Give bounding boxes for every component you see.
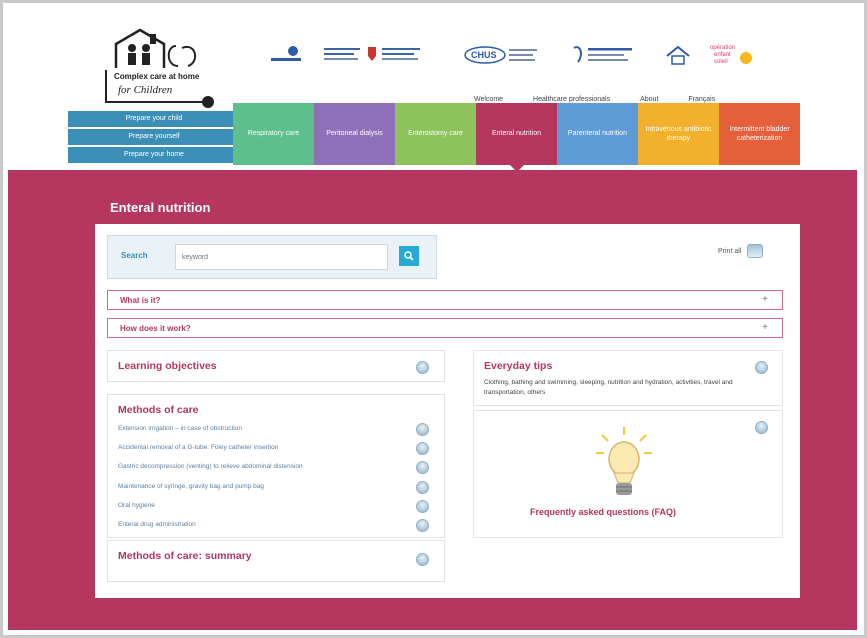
partner-logo-operation-enfant-soleil[interactable]: opération enfant soleil (708, 44, 758, 66)
plus-icon: + (762, 322, 768, 333)
tab-enteral-nutrition[interactable]: Enteral nutrition (476, 103, 557, 172)
print-icon[interactable] (416, 461, 429, 474)
methods-of-care-card: Methods of care Extension irrigation – i… (107, 394, 445, 538)
top-navigation: Welcome Healthcare professionals About F… (474, 96, 745, 103)
nav-language-toggle[interactable]: Français (688, 96, 715, 103)
tab-enterostomy-care[interactable]: Enterostomy care (395, 103, 476, 165)
method-link[interactable]: Maintenance of syringe, gravity bag and … (118, 483, 264, 490)
print-icon[interactable] (416, 481, 429, 494)
care-category-tabs: Respiratory care Peritoneal dialysis Ent… (233, 103, 800, 172)
print-icon[interactable] (416, 442, 429, 455)
method-link[interactable]: Enteral drug administration (118, 521, 196, 528)
menu-prepare-home[interactable]: Prepare your home (68, 147, 240, 163)
nav-healthcare-professionals[interactable]: Healthcare professionals (533, 96, 610, 103)
print-icon[interactable] (755, 361, 768, 374)
partner-house-logo-icon (666, 45, 690, 65)
ciusss-logo-icon (573, 46, 632, 63)
search-box: Search (107, 235, 437, 279)
partner-logo-house[interactable] (663, 44, 693, 66)
method-link[interactable]: Extension irrigation – in case of obstru… (118, 425, 242, 432)
chus-logo-icon: CHUS (464, 46, 537, 64)
learning-objectives-title: Learning objectives (118, 360, 217, 372)
partner-logo-chu-sainte-justine[interactable] (266, 44, 306, 66)
nav-welcome[interactable]: Welcome (474, 96, 503, 103)
search-button[interactable] (399, 246, 419, 266)
logo-line2: for Children (118, 84, 173, 96)
method-link[interactable]: Accidental removal of a G-tube: Foley ca… (118, 444, 278, 451)
everyday-tips-card[interactable]: Everyday tips Clothing, bathing and swim… (473, 350, 783, 406)
sainte-justine-logo-icon (271, 46, 301, 61)
montreal-childrens-logo-icon (324, 47, 420, 61)
print-icon[interactable] (416, 500, 429, 513)
print-all-label: Print all (718, 247, 742, 255)
svg-text:CHUS: CHUS (471, 50, 497, 60)
print-icon[interactable] (416, 553, 429, 566)
faq-title: Frequently asked questions (FAQ) (530, 507, 677, 517)
method-link[interactable]: Gastric decompression (venting) to relie… (118, 463, 303, 470)
search-input[interactable] (175, 244, 388, 270)
house-logo-icon (105, 28, 214, 108)
methods-summary-title: Methods of care: summary (118, 550, 252, 562)
print-all-button[interactable]: Print all (718, 244, 764, 258)
everyday-tips-description: Clothing, bathing and swimming, sleeping… (484, 379, 733, 396)
methods-summary-card[interactable]: Methods of care: summary (107, 540, 445, 582)
methods-of-care-title: Methods of care (118, 404, 199, 416)
site-logo[interactable]: Complex care at home for Children (96, 26, 226, 114)
partner-logo-ciusss[interactable] (570, 44, 640, 66)
svg-text:soleil: soleil (714, 59, 728, 65)
logo-line1: Complex care at home (114, 72, 200, 81)
tab-parenteral-nutrition[interactable]: Parenteral nutrition (557, 103, 638, 165)
page-title: Enteral nutrition (110, 200, 211, 215)
tab-peritoneal-dialysis[interactable]: Peritoneal dialysis (314, 103, 395, 165)
tab-respiratory-care[interactable]: Respiratory care (233, 103, 314, 165)
accordion-label: How does it work? (120, 324, 191, 333)
accordion-label: What is it? (120, 296, 161, 305)
everyday-tips-title: Everyday tips (484, 360, 553, 372)
search-icon (404, 251, 414, 261)
print-icon[interactable] (416, 519, 429, 532)
svg-text:opération: opération (710, 45, 735, 51)
lightbulb-icon (596, 427, 652, 495)
learning-objectives-card[interactable]: Learning objectives (107, 350, 445, 382)
accordion-what-is-it[interactable]: What is it? + (107, 290, 783, 310)
print-icon[interactable] (416, 423, 429, 436)
printer-icon (747, 244, 764, 258)
tab-intravenous-antibiotic-therapy[interactable]: Intravenous antibiotic therapy (638, 103, 719, 165)
tab-intermittent-bladder-catheterization[interactable]: Intermittent bladder catheterization (719, 103, 800, 165)
search-label: Search (121, 251, 148, 260)
print-icon[interactable] (416, 361, 429, 374)
accordion-how-does-it-work[interactable]: How does it work? + (107, 318, 783, 338)
partner-logo-chus[interactable]: CHUS (463, 44, 543, 66)
sun-logo-icon: opération enfant soleil (710, 45, 752, 65)
faq-card[interactable]: Frequently asked questions (FAQ) (473, 410, 783, 538)
prepare-menu: Prepare your child Prepare yourself Prep… (68, 111, 240, 165)
nav-about[interactable]: About (640, 96, 658, 103)
menu-prepare-child[interactable]: Prepare your child (68, 111, 240, 127)
print-icon[interactable] (755, 421, 768, 434)
plus-icon: + (762, 294, 768, 305)
partner-logo-montreal-childrens[interactable] (318, 44, 428, 66)
method-link[interactable]: Oral hygiene (118, 502, 155, 509)
menu-prepare-yourself[interactable]: Prepare yourself (68, 129, 240, 145)
svg-text:enfant: enfant (714, 52, 731, 58)
